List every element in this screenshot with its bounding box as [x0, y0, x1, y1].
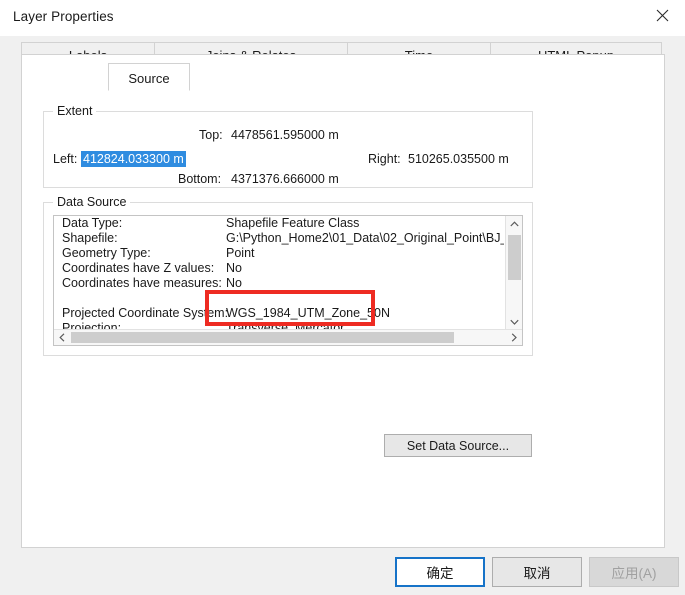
- extent-bottom-label: Bottom:: [178, 172, 222, 186]
- extent-bottom-value: 4371376.666000 m: [231, 172, 339, 186]
- chevron-down-icon[interactable]: [506, 314, 522, 330]
- extent-left-value[interactable]: 412824.033300 m: [81, 151, 186, 167]
- tab-label: Source: [128, 71, 170, 86]
- property-key: Data Type:: [62, 216, 123, 230]
- property-key: Coordinates have Z values:: [62, 261, 215, 275]
- property-value: No: [226, 276, 242, 290]
- extent-right-value: 510265.035500 m: [408, 152, 509, 166]
- list-item: Geometry Type: Point: [54, 246, 506, 261]
- extent-top-label: Top:: [199, 128, 223, 142]
- layer-properties-dialog: Layer Properties Labels Joins & Relates …: [0, 0, 685, 595]
- data-source-listbox[interactable]: Data Type: Shapefile Feature Class Shape…: [53, 215, 523, 346]
- tab-source[interactable]: Source: [108, 63, 190, 91]
- property-value: Point: [226, 246, 255, 260]
- source-tab-page: Extent Top: 4478561.595000 m Left: 41282…: [21, 54, 665, 548]
- ok-button[interactable]: 确定: [395, 557, 485, 587]
- data-source-group-title: Data Source: [53, 195, 131, 209]
- close-icon[interactable]: [639, 0, 685, 31]
- list-item: Shapefile: G:\Python_Home2\01_Data\02_Or…: [54, 231, 506, 246]
- set-data-source-label: Set Data Source...: [406, 438, 510, 453]
- cancel-button[interactable]: 取消: [492, 557, 582, 587]
- window-title: Layer Properties: [13, 9, 114, 24]
- horizontal-scrollbar-thumb[interactable]: [71, 332, 454, 343]
- horizontal-scrollbar[interactable]: [54, 329, 522, 345]
- list-item: Coordinates have measures: No: [54, 276, 506, 291]
- extent-group: Extent Top: 4478561.595000 m Left: 41282…: [43, 104, 533, 188]
- cancel-label: 取消: [523, 566, 551, 581]
- property-key: Coordinates have measures:: [62, 276, 222, 290]
- extent-left-label: Left:: [53, 152, 78, 166]
- property-value: No: [226, 261, 242, 275]
- property-value: Shapefile Feature Class: [226, 216, 360, 230]
- title-bar: Layer Properties: [0, 0, 685, 37]
- list-item: Projected Coordinate System: WGS_1984_UT…: [54, 306, 506, 321]
- chevron-left-icon[interactable]: [54, 330, 70, 345]
- ok-label: 确定: [426, 566, 454, 581]
- data-source-rows: Data Type: Shapefile Feature Class Shape…: [54, 216, 506, 330]
- list-item-spacer: [54, 291, 506, 306]
- extent-top-value: 4478561.595000 m: [231, 128, 339, 142]
- apply-button: 应用(A): [589, 557, 679, 587]
- list-item: Data Type: Shapefile Feature Class: [54, 216, 506, 231]
- vertical-scrollbar-thumb[interactable]: [508, 235, 521, 280]
- dialog-footer: 确定 取消 应用(A): [0, 548, 685, 595]
- set-data-source-button[interactable]: Set Data Source...: [384, 434, 532, 457]
- data-source-group: Data Source Data Type: Shapefile Feature…: [43, 195, 533, 356]
- property-value: G:\Python_Home2\01_Data\02_Original_Poin…: [226, 231, 504, 245]
- property-key: Shapefile:: [62, 231, 118, 245]
- property-key: Geometry Type:: [62, 246, 151, 260]
- chevron-up-icon[interactable]: [506, 216, 522, 232]
- chevron-right-icon[interactable]: [506, 330, 522, 345]
- extent-right-label: Right:: [368, 152, 401, 166]
- property-key: Projected Coordinate System:: [62, 306, 229, 320]
- list-item: Coordinates have Z values: No: [54, 261, 506, 276]
- apply-label: 应用(A): [611, 566, 657, 581]
- extent-group-title: Extent: [53, 104, 97, 118]
- property-value: WGS_1984_UTM_Zone_50N: [226, 306, 390, 320]
- vertical-scrollbar[interactable]: [505, 216, 522, 330]
